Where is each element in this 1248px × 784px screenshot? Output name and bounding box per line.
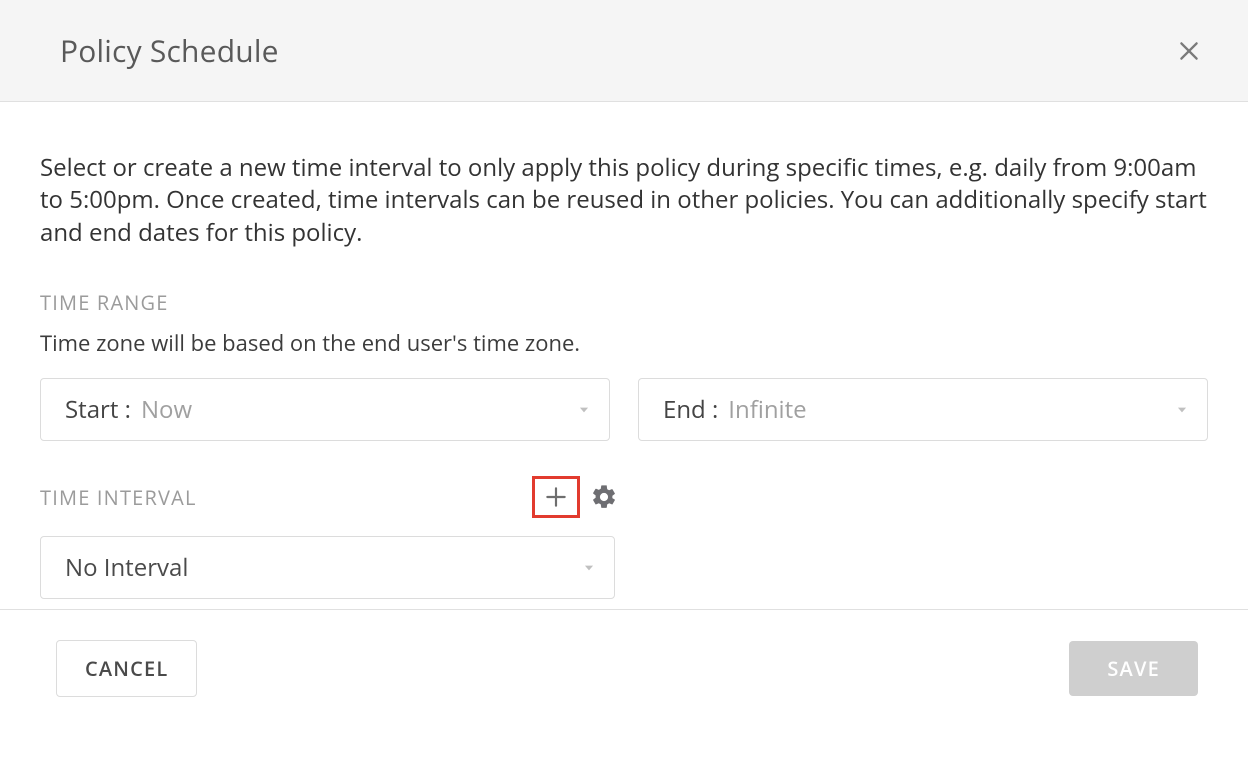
end-label: End : (663, 393, 718, 426)
end-value: Infinite (728, 393, 806, 426)
time-interval-header: TIME INTERVAL (40, 476, 620, 518)
time-range-row: Start : Now End : Infinite (40, 378, 1208, 441)
save-button[interactable]: SAVE (1069, 641, 1198, 696)
plus-icon (543, 484, 569, 510)
chevron-down-icon (1175, 403, 1189, 417)
interval-dropdown[interactable]: No Interval (40, 536, 615, 599)
time-range-label: TIME RANGE (40, 289, 1208, 316)
start-value: Now (141, 393, 192, 426)
chevron-down-icon (577, 403, 591, 417)
dialog-title: Policy Schedule (60, 30, 279, 71)
interval-value: No Interval (65, 551, 188, 584)
cancel-button[interactable]: CANCEL (56, 640, 197, 697)
policy-schedule-dialog: Policy Schedule Select or create a new t… (0, 0, 1248, 707)
start-dropdown[interactable]: Start : Now (40, 378, 610, 441)
time-interval-label: TIME INTERVAL (40, 484, 197, 511)
start-label: Start : (65, 393, 131, 426)
timezone-note: Time zone will be based on the end user'… (40, 328, 1208, 358)
dialog-content: Select or create a new time interval to … (0, 102, 1248, 609)
end-dropdown[interactable]: End : Infinite (638, 378, 1208, 441)
close-icon (1176, 38, 1202, 64)
interval-settings-button[interactable] (588, 481, 620, 513)
add-interval-button[interactable] (532, 476, 580, 518)
description-text: Select or create a new time interval to … (40, 152, 1208, 249)
dialog-header: Policy Schedule (0, 0, 1248, 102)
chevron-down-icon (582, 561, 596, 575)
gear-icon (590, 483, 618, 511)
close-button[interactable] (1170, 32, 1208, 70)
dialog-footer: CANCEL SAVE (0, 609, 1248, 707)
